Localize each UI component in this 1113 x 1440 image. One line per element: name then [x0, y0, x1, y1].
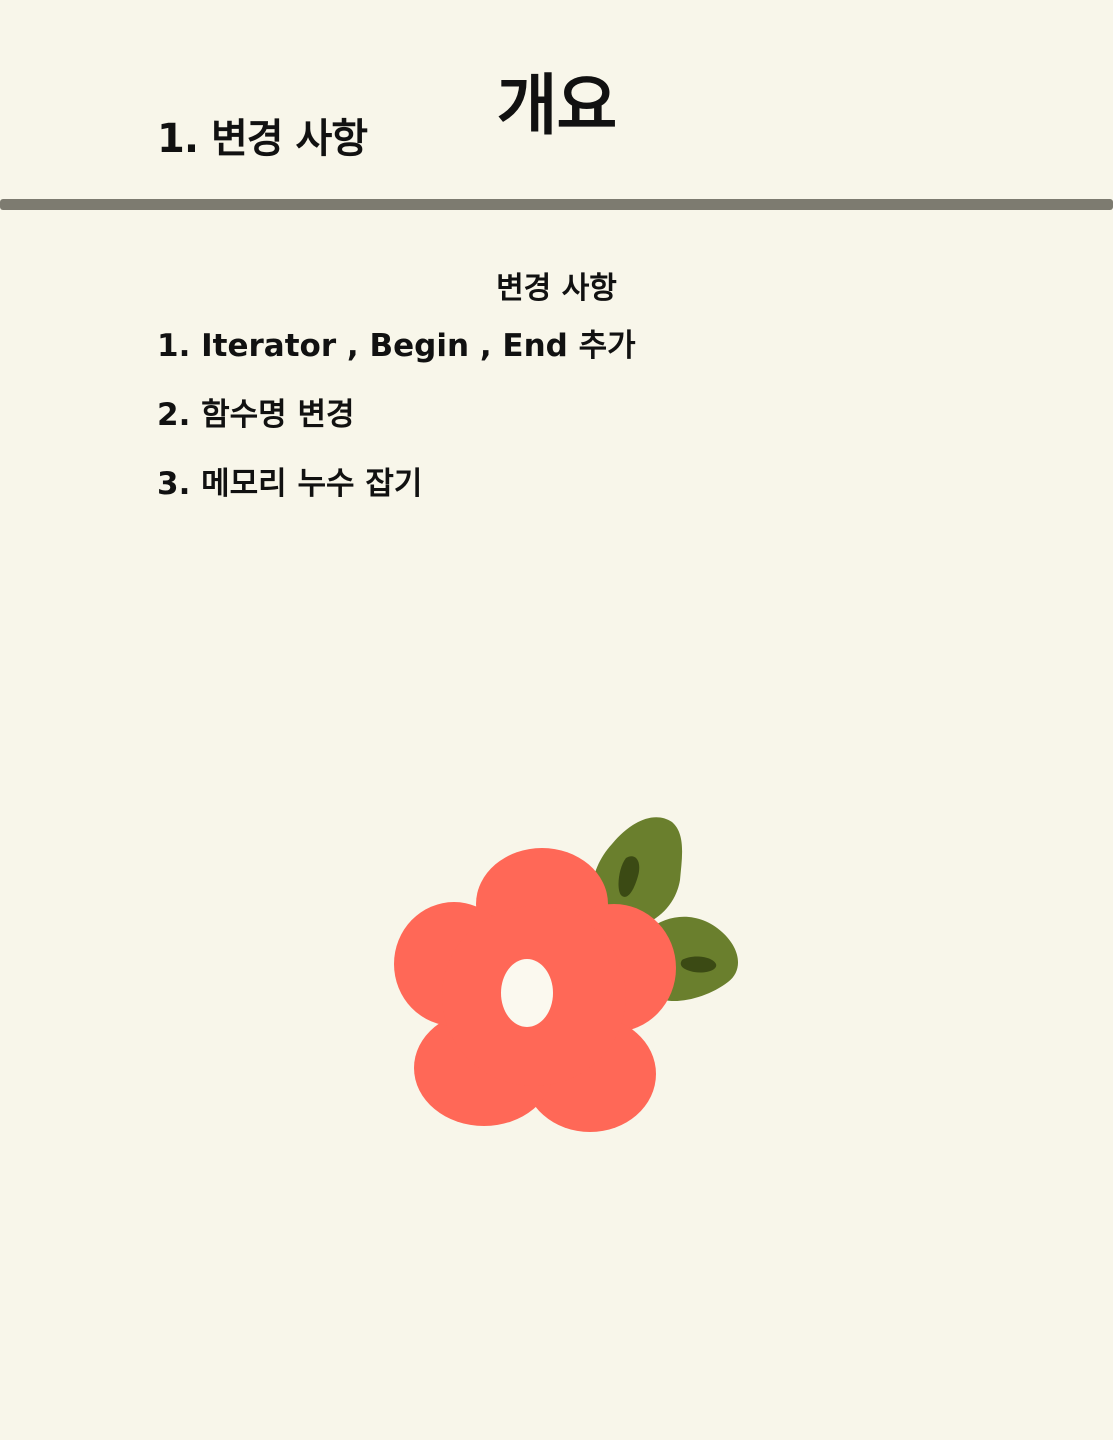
change-item-rename: 2. 함수명 변경	[157, 397, 355, 433]
change-item-iterator: 1. Iterator , Begin , End 추가	[157, 328, 636, 364]
change-list: 1. Iterator , Begin , End 추가 2. 함수명 변경 3…	[157, 324, 636, 531]
flower-icon	[394, 817, 739, 1132]
change-item-memory-leak: 3. 메모리 누수 잡기	[157, 466, 423, 502]
toc-item-changes: 1. 변경 사항	[157, 116, 368, 162]
flower-illustration	[380, 800, 760, 1150]
section-divider	[0, 199, 1113, 210]
flower-center	[501, 959, 553, 1027]
section-heading: 변경 사항	[496, 270, 617, 306]
